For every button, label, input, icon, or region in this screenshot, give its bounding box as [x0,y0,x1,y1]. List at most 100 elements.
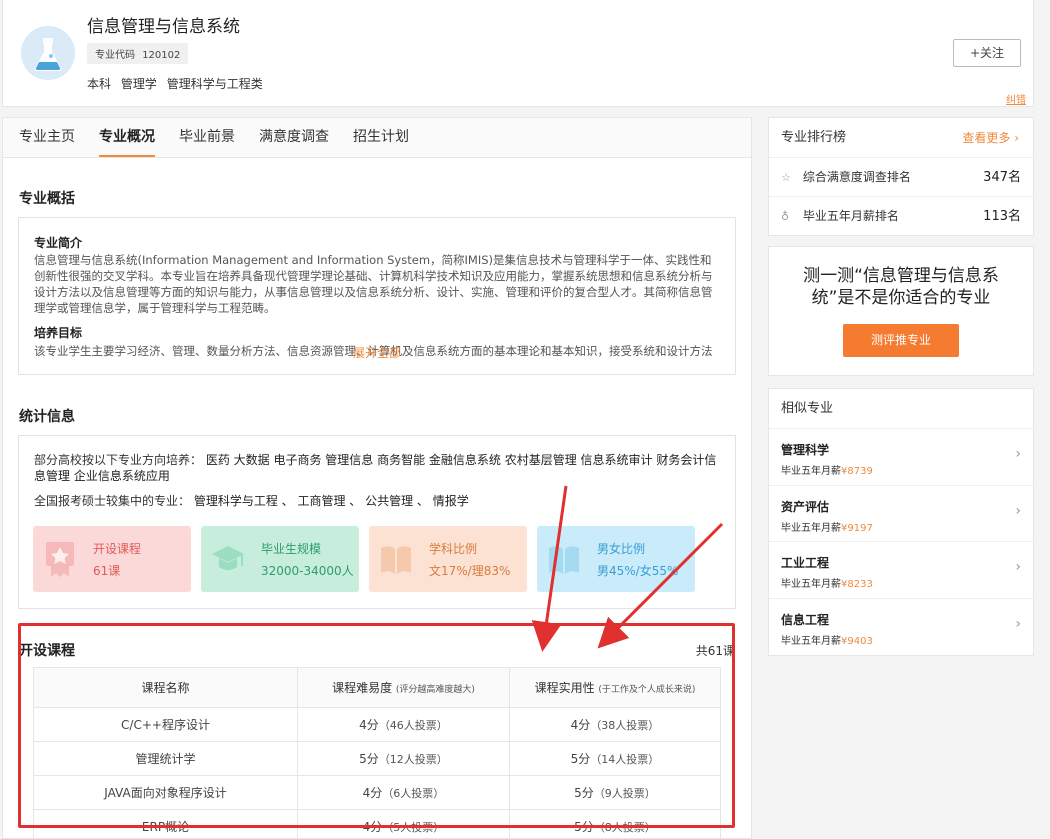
similar-salary: 毕业五年月薪¥8233 [781,575,1021,590]
col-course-name: 课程名称 [33,667,298,708]
masters-line: 全国报考硕士较集中的专业： 管理科学与工程 、 工商管理 、 公共管理 、 情报… [34,493,720,509]
directions-label: 部分高校按以下专业方向培养： [34,453,203,467]
expand-all-link[interactable]: 展开全部 [19,344,735,361]
test-prompt: 测一测“信息管理与信息系统”是不是你适合的专业 [803,266,999,308]
star-icon: ☆ [781,171,791,184]
stat-card-discipline-ratio: 学科比例 文17%/理83% [369,526,527,592]
salary-value: ¥9197 [841,522,873,534]
tab-bar: 专业主页 专业概况 毕业前景 满意度调查 招生计划 [3,118,751,158]
view-more-link[interactable]: 查看更多 › [962,118,1019,158]
practical-votes: （38人投票） [590,719,660,732]
directions-line: 部分高校按以下专业方向培养： 医药 大数据 电子商务 管理信息 商务智能 金融信… [34,452,720,484]
difficulty-votes: （6人投票） [382,787,445,800]
col-difficulty: 课程难易度 (评分越高难度越大) [297,667,510,708]
practical-votes: （8人投票） [593,821,656,834]
similar-item[interactable]: 管理科学 毕业五年月薪¥8739 › [769,429,1033,486]
card-value: 61课 [93,564,121,578]
table-row: C/C++程序设计 4分（46人投票） 4分（38人投票） [33,707,721,742]
star-ribbon-icon [46,542,74,577]
book-icon [381,546,411,574]
practical-cell: 5分（8人投票） [509,809,721,838]
major-code-badge: 专业代码 120102 [87,43,189,64]
tab-home[interactable]: 专业主页 [19,118,75,157]
course-name: JAVA面向对象程序设计 [33,775,298,810]
difficulty-cell: 4分（46人投票） [297,707,510,742]
difficulty-cell: 4分（5人投票） [297,809,510,838]
rank-value: 113名 [983,209,1021,224]
rank-row-salary[interactable]: ♁ 毕业五年月薪排名 113名 [769,197,1033,236]
difficulty-header-note: (评分越高难度越大) [395,685,475,695]
similar-panel: 相似专业 管理科学 毕业五年月薪¥8739 › 资产评估 毕业五年月薪¥9197… [768,388,1034,656]
salary-label: 毕业五年月薪 [781,579,841,590]
practical-score: 5分 [570,752,591,766]
ranking-title: 专业排行榜 [781,130,847,145]
courses-count: 共61课 [695,644,735,658]
difficulty-score: 4分 [362,786,383,800]
rank-row-satisfaction[interactable]: ☆ 综合满意度调查排名 347名 [769,158,1033,197]
salary-value: ¥8233 [841,579,873,590]
difficulty-score: 4分 [362,820,383,834]
difficulty-votes: （12人投票） [378,753,448,766]
table-row: 管理统计学 5分（12人投票） 5分（14人投票） [33,741,721,776]
similar-item[interactable]: 资产评估 毕业五年月薪¥9197 › [769,486,1033,542]
similar-salary: 毕业五年月薪¥8739 [781,462,1021,477]
practical-score: 4分 [570,718,591,732]
category: 管理科学与工程类 [166,77,263,91]
salary-label: 毕业五年月薪 [781,522,841,534]
card-value: 男45%/女55% [597,564,679,578]
overview-box: 专业简介 信息管理与信息系统(Information Management an… [18,217,736,375]
practical-cell: 5分（14人投票） [509,741,721,776]
goal-title: 培养目标 [34,326,83,340]
tab-admission[interactable]: 招生计划 [353,118,409,157]
difficulty-cell: 4分（6人投票） [297,775,510,810]
code-value: 120102 [142,50,181,61]
practical-votes: （14人投票） [590,753,660,766]
card-label: 开设课程 [93,542,142,556]
salary-value: ¥8739 [841,466,873,477]
similar-name: 信息工程 [781,612,830,627]
follow-button[interactable]: +关注 [953,39,1021,67]
salary-label: 毕业五年月薪 [781,635,841,647]
difficulty-cell: 5分（12人投票） [297,741,510,776]
similar-item[interactable]: 工业工程 毕业五年月薪¥8233 › [769,542,1033,599]
major-meta: 本科 管理学 管理科学与工程类 [87,75,269,92]
card-label: 男女比例 [597,542,646,556]
ranking-panel: 专业排行榜 查看更多 › ☆ 综合满意度调查排名 347名 ♁ 毕业五年月薪排名… [768,117,1034,236]
chevron-right-icon: › [1015,502,1021,519]
difficulty-votes: （46人投票） [378,719,448,732]
difficulty-votes: （5人投票） [382,821,445,834]
practical-score: 5分 [574,786,594,800]
tab-satisfaction[interactable]: 满意度调查 [259,118,329,157]
course-name: C/C++程序设计 [33,707,298,742]
card-label: 毕业生规模 [261,542,322,556]
intro-title: 专业简介 [34,236,83,250]
table-header-row: 课程名称 课程难易度 (评分越高难度越大) 课程实用性 (于工作及个人成长来说) [33,667,721,708]
card-label: 学科比例 [429,542,478,556]
chevron-right-icon: › [1015,615,1021,632]
stats-section-title: 统计信息 [19,409,75,425]
overview-section-title: 专业概括 [19,191,75,207]
masters-label: 全国报考硕士较集中的专业： [34,494,191,508]
rank-label: 毕业五年月薪排名 [802,209,899,223]
correct-link[interactable]: 纠错 [1006,91,1026,106]
major-title: 信息管理与信息系统 [87,17,240,37]
similar-name: 资产评估 [781,499,830,514]
practical-score: 5分 [574,820,594,834]
test-recommend-button[interactable]: 测评推专业 [843,324,959,357]
tab-overview[interactable]: 专业概况 [99,118,155,157]
money-bag-icon: ♁ [781,210,790,223]
table-row: JAVA面向对象程序设计 4分（6人投票） 5分（9人投票） [33,775,721,810]
discipline: 管理学 [120,77,157,91]
courses-section-title: 开设课程 [19,643,75,659]
similar-item[interactable]: 信息工程 毕业五年月薪¥9403 › [769,599,1033,656]
similar-name: 管理科学 [781,443,830,457]
practical-votes: （9人投票） [593,787,656,800]
stat-card-courses: 开设课程 61课 [33,526,191,592]
tab-prospects[interactable]: 毕业前景 [179,118,235,157]
practical-cell: 5分（9人投票） [509,775,721,810]
similar-salary: 毕业五年月薪¥9197 [781,519,1021,534]
main-content: 专业主页 专业概况 毕业前景 满意度调查 招生计划 专业概括 专业简介 信息管理… [2,117,752,839]
difficulty-score: 4分 [359,718,379,732]
similar-name: 工业工程 [781,556,830,570]
degree-level: 本科 [87,77,112,91]
